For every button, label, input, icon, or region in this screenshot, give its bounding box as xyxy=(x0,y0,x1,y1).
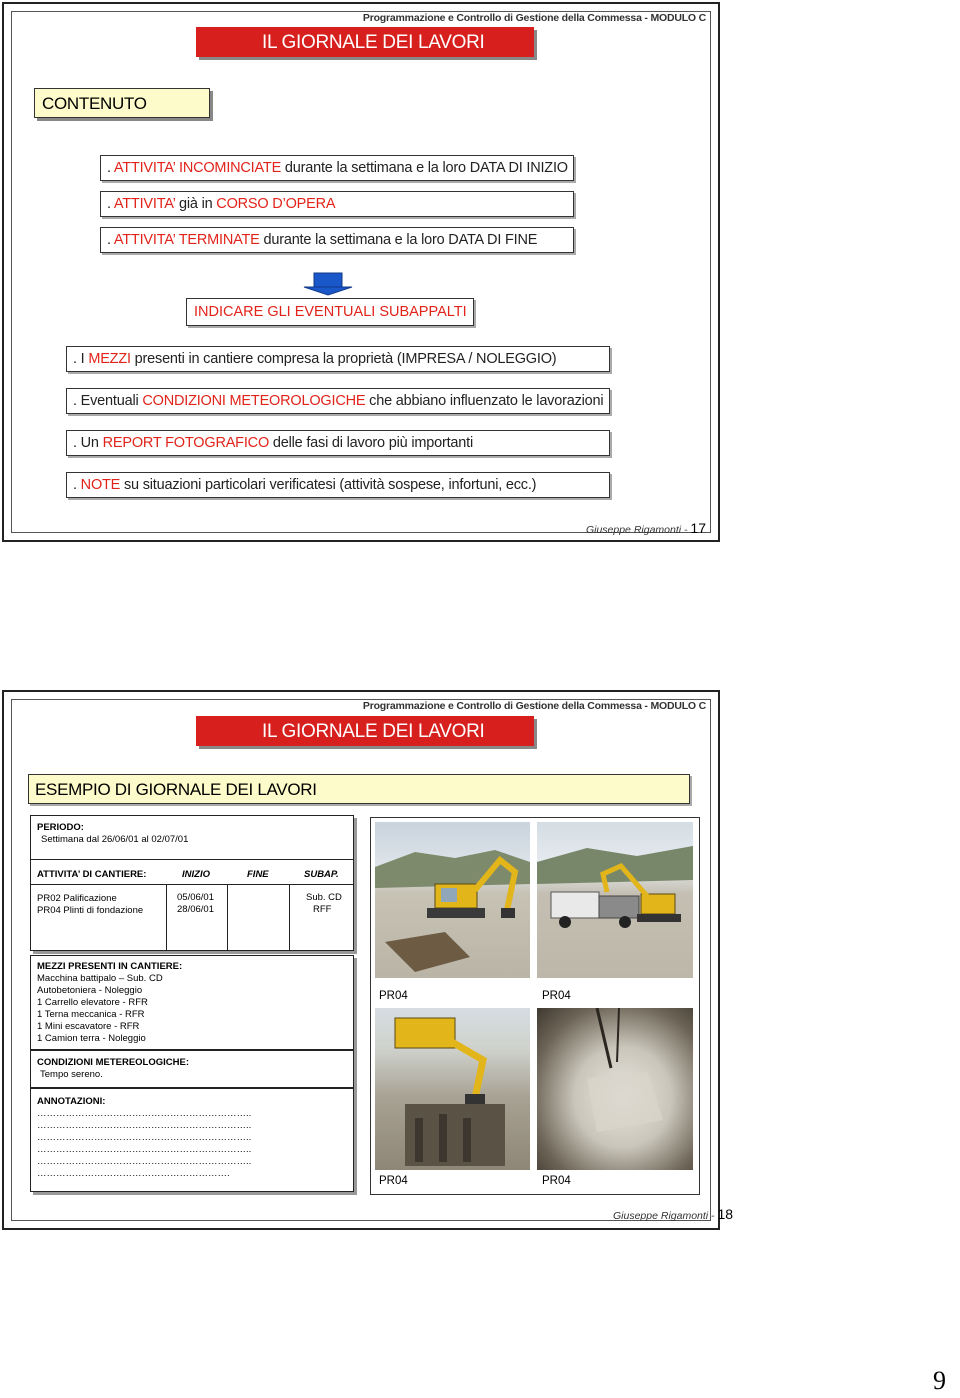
slide-number: 17 xyxy=(690,520,706,536)
periodo-label: PERIODO: xyxy=(37,822,84,833)
slide-footer: Giuseppe Rigamonti - 17 xyxy=(585,520,706,536)
item-condizioni-meteo: . Eventuali CONDIZIONI METEOROLOGICHE ch… xyxy=(66,388,610,414)
annotazioni-line: ………………………………………………………….. xyxy=(37,1132,252,1143)
mezzi-item: Autobetoniera - Noleggio xyxy=(37,985,143,996)
row-activity-name: PR02 Palificazione xyxy=(37,893,117,904)
slide-title: IL GIORNALE DEI LAVORI xyxy=(196,716,534,746)
row-activity-name: PR04 Plinti di fondazione xyxy=(37,905,144,916)
slide-17: Programmazione e Controllo di Gestione d… xyxy=(2,2,720,542)
annotazioni-lines: ………………………………………………………….. ………………………………………… xyxy=(37,1108,251,1180)
item-mezzi: . I MEZZI presenti in cantiere compresa … xyxy=(66,346,610,372)
mezzi-item: 1 Camion terra - Noleggio xyxy=(37,1033,146,1044)
item-note: . NOTE su situazioni particolari verific… xyxy=(66,472,610,498)
annotazioni-box: ANNOTAZIONI: ………………………………………………………….. ……… xyxy=(30,1088,354,1192)
row-inizio: 05/06/01 xyxy=(177,892,214,903)
col-divider xyxy=(227,884,228,950)
condizioni-label: CONDIZIONI METEREOLOGICHE: xyxy=(37,1057,189,1068)
col-subap: SUBAP. xyxy=(304,869,339,880)
item-attivita-in-corso: . ATTIVITA’ già in CORSO D’OPERA xyxy=(100,191,574,217)
contenuto-label: CONTENUTO xyxy=(34,88,210,118)
mezzi-label: MEZZI PRESENTI IN CANTIERE: xyxy=(37,961,183,972)
annotazioni-line: ………………………………………………………….. xyxy=(37,1144,252,1155)
condizioni-box: CONDIZIONI METEREOLOGICHE: Tempo sereno. xyxy=(30,1050,354,1088)
slide-title: IL GIORNALE DEI LAVORI xyxy=(196,27,534,57)
row-subap: Sub. CD xyxy=(306,892,342,903)
course-header: Programmazione e Controllo di Gestione d… xyxy=(362,700,706,712)
condizioni-value: Tempo sereno. xyxy=(40,1069,103,1080)
photo-label: PR04 xyxy=(542,990,571,1002)
annotazioni-line: ………………………………………………………….. xyxy=(37,1108,252,1119)
page-number: 9 xyxy=(933,1366,946,1395)
item-attivita-terminate: . ATTIVITA’ TERMINATE durante la settima… xyxy=(100,227,574,253)
periodo-value: Settimana dal 26/06/01 al 02/07/01 xyxy=(41,834,189,845)
photo-label: PR04 xyxy=(379,990,408,1002)
slide-footer: Giuseppe Rigamonti - 18 xyxy=(613,1206,734,1222)
periodo-attivita-box: PERIODO: Settimana dal 26/06/01 al 02/07… xyxy=(30,815,354,951)
site-photo-excavator-2 xyxy=(375,1008,530,1170)
mezzi-list: Macchina battipalo – Sub. CD Autobetonie… xyxy=(37,973,163,1045)
row-subap: RFF xyxy=(313,904,332,915)
col-inizio: INIZIO xyxy=(182,869,210,880)
row-inizio: 28/06/01 xyxy=(177,904,214,915)
annotazioni-line: ………………………………………………………….. xyxy=(37,1120,252,1131)
slide-number: 18 xyxy=(717,1206,734,1222)
item-report-fotografico: . Un REPORT FOTOGRAFICO delle fasi di la… xyxy=(66,430,610,456)
photo-label: PR04 xyxy=(379,1175,408,1187)
annotazioni-label: ANNOTAZIONI: xyxy=(37,1096,106,1107)
mezzi-item: Macchina battipalo – Sub. CD xyxy=(37,973,163,984)
esempio-heading: ESEMPIO DI GIORNALE DEI LAVORI xyxy=(28,774,690,804)
divider xyxy=(31,884,353,885)
mezzi-item: 1 Mini escavatore - RFR xyxy=(37,1021,140,1032)
arrow-down-icon xyxy=(303,272,353,296)
attivita-label: ATTIVITA’ DI CANTIERE: xyxy=(37,869,147,880)
mezzi-item: 1 Carrello elevatore - RFR xyxy=(37,997,148,1008)
col-fine: FINE xyxy=(247,869,269,880)
course-header: Programmazione e Controllo di Gestione d… xyxy=(362,12,706,24)
mezzi-item: 1 Terna meccanica - RFR xyxy=(37,1009,145,1020)
col-divider xyxy=(166,884,167,950)
subappalti-box: INDICARE GLI EVENTUALI SUBAPPALTI xyxy=(186,298,474,326)
col-divider xyxy=(289,884,290,950)
mezzi-box: MEZZI PRESENTI IN CANTIERE: Macchina bat… xyxy=(30,955,354,1050)
site-photo-excavator-1 xyxy=(375,822,530,978)
site-photo-truck xyxy=(537,822,693,978)
annotazioni-line: ………………………………………………………….. xyxy=(37,1156,252,1167)
photo-label: PR04 xyxy=(542,1175,571,1187)
divider xyxy=(31,859,353,860)
item-attivita-incominciate: . ATTIVITA’ INCOMINCIATE durante la sett… xyxy=(100,155,574,181)
site-photo-pit xyxy=(537,1008,693,1170)
annotazioni-line: ……………………………………………………. xyxy=(37,1168,230,1179)
